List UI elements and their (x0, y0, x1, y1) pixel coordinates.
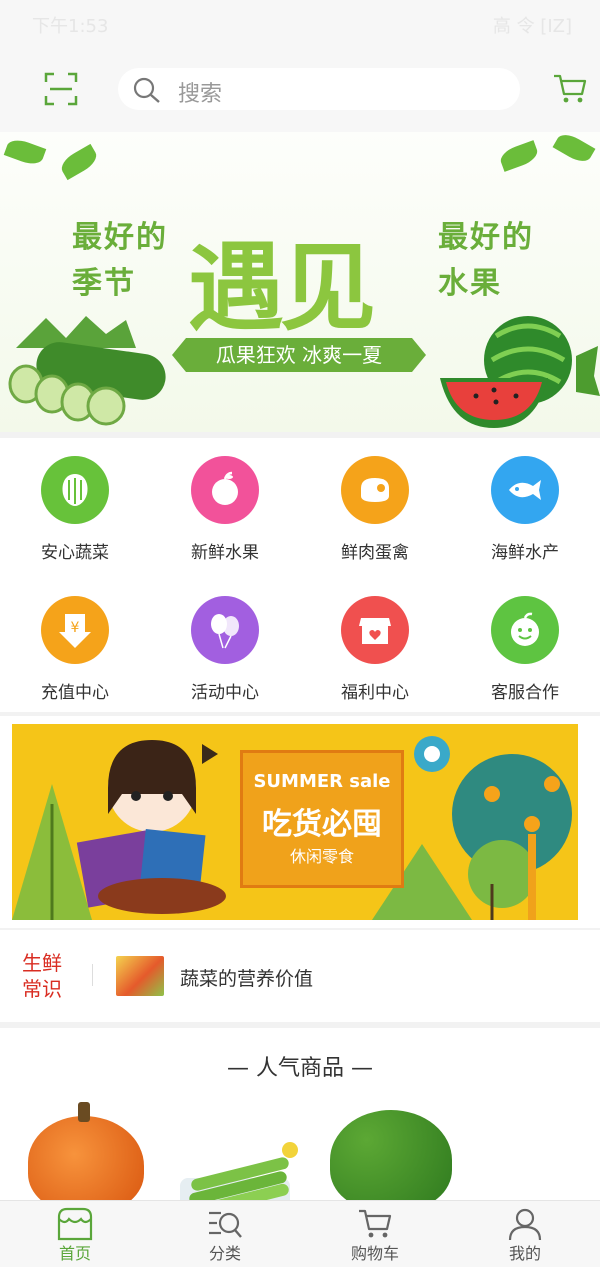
news-tag-line2: 常识 (22, 977, 62, 1001)
section-title: — 人气商品 — (227, 1056, 373, 1081)
news-thumbnail (116, 956, 164, 996)
vegetable-icon (41, 456, 109, 524)
category-item-meat[interactable]: 鲜肉蛋禽 (300, 456, 450, 563)
category-item-welfare[interactable]: 福利中心 (300, 596, 450, 703)
product-image-broccoli[interactable] (330, 1110, 452, 1200)
status-bar: 下午1:53 高 令 [IZ] (0, 0, 600, 48)
shop-icon (341, 596, 409, 664)
category-label: 客服合作 (491, 683, 559, 703)
leaf-decoration (497, 140, 541, 172)
home-icon (57, 1207, 93, 1241)
category-item-activity[interactable]: 活动中心 (150, 596, 300, 703)
bottom-tab-bar: 首页 分类 购物车 我的 (0, 1200, 600, 1267)
banner-right-line1: 最好的 (438, 220, 534, 255)
tab-label: 首页 (58, 1244, 91, 1263)
category-label: 安心蔬菜 (41, 543, 109, 563)
search-placeholder: 搜索 (178, 82, 223, 107)
news-tag-line1: 生鲜 (22, 951, 62, 975)
search-input[interactable]: 搜索 (118, 68, 520, 110)
scan-icon[interactable] (44, 72, 78, 106)
category-icon (209, 1211, 242, 1238)
tab-home[interactable]: 首页 (0, 1201, 150, 1267)
category-item-fruit[interactable]: 新鲜水果 (150, 456, 300, 563)
leaf-decoration (552, 132, 596, 167)
meat-icon (341, 456, 409, 524)
category-label: 新鲜水果 (191, 543, 259, 563)
promo-line3: 休闲零食 (289, 847, 354, 866)
tab-label: 我的 (508, 1244, 541, 1263)
tab-label: 分类 (208, 1244, 241, 1263)
divider (92, 964, 93, 986)
leaf-decoration (57, 143, 101, 181)
popular-products: — 人气商品 — (0, 1028, 600, 1200)
news-ticker[interactable]: 生鲜 常识 蔬菜的营养价值 (0, 930, 600, 1022)
banner-ribbon: 瓜果狂欢 冰爽一夏 (172, 338, 426, 372)
search-icon (133, 77, 160, 103)
promo-board: SUMMER sale 吃货必囤 休闲零食 (240, 750, 404, 888)
balloon-icon (191, 596, 259, 664)
category-item-service[interactable]: 客服合作 (450, 596, 600, 703)
user-icon (508, 1208, 542, 1241)
leaf-decoration (3, 136, 47, 168)
service-icon (491, 596, 559, 664)
banner-left-line1: 最好的 (72, 220, 168, 255)
category-item-vegetables[interactable]: 安心蔬菜 (0, 456, 150, 563)
cucumber-image (8, 316, 166, 426)
watermelon-image (440, 316, 600, 428)
category-item-seafood[interactable]: 海鲜水产 (450, 456, 600, 563)
status-time: 下午1:53 (32, 16, 109, 37)
hero-banner[interactable]: 最好的 季节 遇见 最好的 水果 瓜果狂欢 冰爽一夏 (0, 132, 600, 432)
status-indicators: 高 令 [IZ] (492, 16, 572, 37)
recharge-icon: ¥ (41, 596, 109, 664)
product-image-pumpkin[interactable] (28, 1102, 144, 1200)
banner-headline: 遇见 (188, 232, 376, 344)
category-label: 充值中心 (41, 683, 109, 703)
news-text[interactable]: 蔬菜的营养价值 (180, 964, 313, 991)
banner-left-line2: 季节 (72, 266, 136, 301)
promo-line2: 吃货必囤 (262, 807, 382, 842)
category-label: 鲜肉蛋禽 (341, 543, 409, 563)
fruit-icon (191, 456, 259, 524)
svg-text:¥: ¥ (71, 620, 80, 636)
news-tag: 生鲜 常识 (22, 950, 62, 1002)
promo-banner[interactable]: SUMMER sale 吃货必囤 休闲零食 (12, 724, 578, 920)
cart-icon (359, 1209, 392, 1238)
category-label: 海鲜水产 (491, 543, 559, 563)
category-label: 福利中心 (341, 683, 409, 703)
tab-profile[interactable]: 我的 (450, 1201, 600, 1267)
banner-right-line2: 水果 (438, 266, 502, 301)
cart-icon[interactable] (552, 72, 588, 106)
promo-section: SUMMER sale 吃货必囤 休闲零食 (0, 716, 600, 928)
product-image-beans[interactable] (180, 1138, 300, 1200)
tab-cart[interactable]: 购物车 (300, 1201, 450, 1267)
top-bar: 搜索 (0, 48, 600, 132)
tab-label: 购物车 (350, 1244, 399, 1263)
fish-icon (491, 456, 559, 524)
category-item-recharge[interactable]: ¥ 充值中心 (0, 596, 150, 703)
tab-category[interactable]: 分类 (150, 1201, 300, 1267)
category-label: 活动中心 (191, 683, 259, 703)
promo-line1: SUMMER sale (253, 771, 391, 792)
category-grid: 安心蔬菜 新鲜水果 鲜肉蛋禽 海鲜水产 ¥ 充值中心 活动中心 福利中心 客服合… (0, 438, 600, 712)
